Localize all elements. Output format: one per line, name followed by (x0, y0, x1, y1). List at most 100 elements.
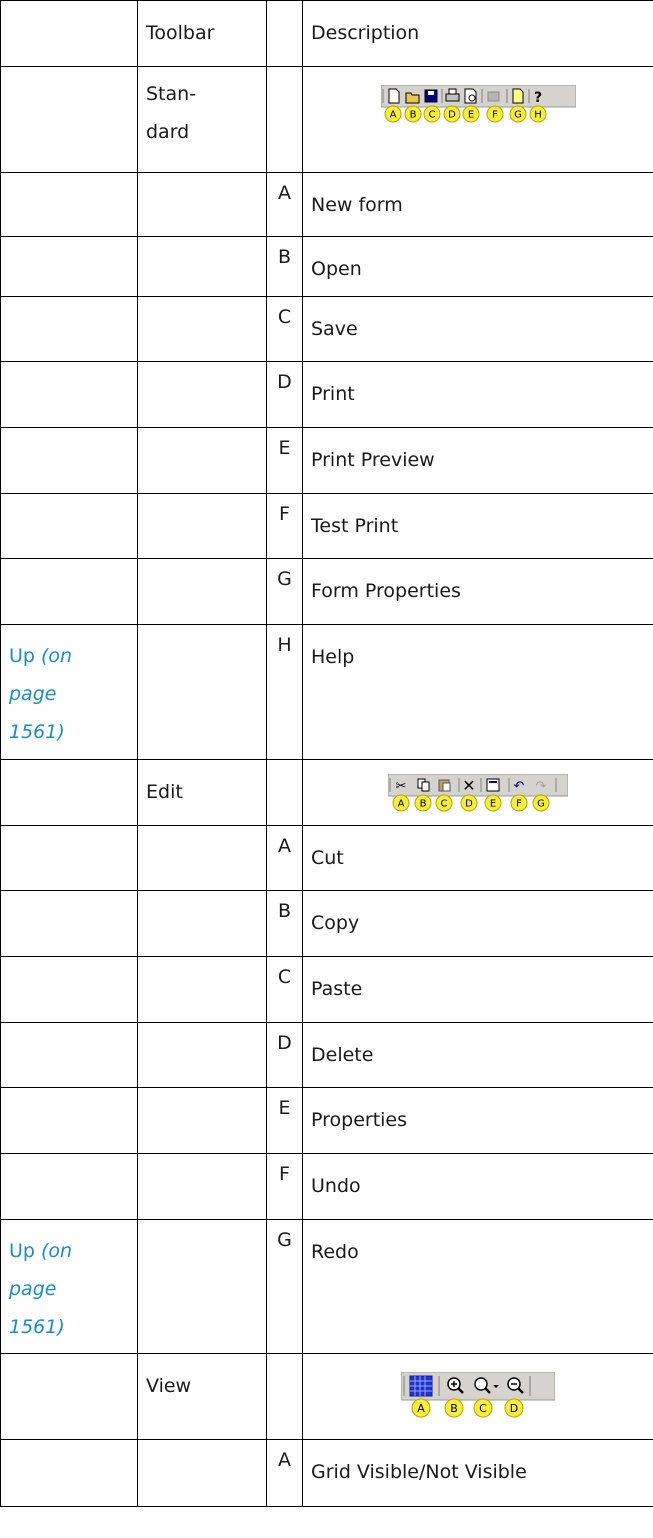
up-link-ref[interactable]: page (9, 683, 56, 705)
empty-cell (0, 759, 138, 826)
item-letter: G (266, 558, 303, 625)
empty-cell (0, 558, 138, 625)
empty-cell (0, 1153, 138, 1220)
standard-name-line2: dard (146, 121, 190, 143)
callout-badge-d: D (460, 794, 478, 812)
callout-badge-a: A (411, 1398, 431, 1418)
svg-text:D: D (448, 110, 456, 121)
item-description: Open (302, 236, 653, 297)
callout-badge-d: D (504, 1398, 524, 1418)
svg-text:F: F (516, 799, 522, 810)
item-description: Help (302, 624, 653, 760)
up-link[interactable]: Up (on (9, 637, 137, 675)
standard-help-row: Up (on page 1561) H Help (0, 624, 653, 760)
svg-text:E: E (490, 799, 496, 810)
svg-text:F: F (492, 110, 498, 121)
item-description: Redo (302, 1219, 653, 1354)
svg-text:G: G (514, 110, 522, 121)
empty-cell (137, 1087, 267, 1154)
svg-text:✕: ✕ (462, 776, 475, 795)
callout-badge-c: C (473, 1398, 493, 1418)
item-letter: F (266, 1153, 303, 1220)
callout-badge-e: E (484, 794, 502, 812)
item-description: Paste (302, 956, 653, 1023)
callout-badge-h: H (529, 105, 546, 123)
save-icon (424, 89, 437, 103)
up-link[interactable]: Up (on (9, 1232, 137, 1270)
svg-text:B: B (409, 110, 416, 121)
up-link-ref[interactable]: (on (41, 645, 72, 667)
item-description: Undo (302, 1153, 653, 1220)
empty-cell (0, 1439, 138, 1507)
item-description: Copy (302, 890, 653, 957)
svg-text:✂: ✂ (396, 779, 407, 794)
svg-text:?: ? (533, 90, 541, 106)
up-link-text[interactable]: Up (9, 1240, 35, 1262)
up-link-ref[interactable]: (on (41, 1240, 72, 1262)
callout-badge-d: D (443, 105, 460, 123)
up-link-ref[interactable]: page (9, 1278, 56, 1300)
svg-text:A: A (417, 1402, 425, 1415)
svg-text:A: A (389, 110, 396, 121)
callout-badge-a: A (392, 794, 410, 812)
undo-icon: ↶ (514, 779, 525, 794)
svg-text:↷: ↷ (536, 779, 548, 794)
svg-text:G: G (537, 799, 545, 810)
item-letter: E (266, 1087, 303, 1154)
item-description: Cut (302, 825, 653, 891)
item-letter: G (266, 1219, 303, 1354)
empty-cell (137, 361, 267, 428)
form-properties-icon (512, 88, 523, 104)
callout-badge-e: E (462, 105, 479, 123)
callout-badge-c: C (423, 105, 440, 123)
empty-cell (137, 296, 267, 362)
item-description: Print Preview (302, 427, 653, 494)
empty-cell (137, 236, 267, 297)
empty-cell (137, 1439, 267, 1507)
svg-text:A: A (398, 799, 405, 810)
item-description: Delete (302, 1022, 653, 1088)
empty-cell (0, 825, 138, 891)
standard-name-line1: Stan- (146, 83, 197, 105)
empty-cell (0, 1022, 138, 1088)
standard-toolbar-image-cell: ? A B C DE F G H (302, 66, 653, 173)
up-link-ref[interactable]: 1561) (9, 1316, 65, 1338)
item-letter: E (266, 427, 303, 494)
item-letter: C (266, 296, 303, 362)
item-letter: F (266, 493, 303, 559)
callout-badge-c: C (435, 794, 453, 812)
item-letter: D (266, 1022, 303, 1088)
svg-text:E: E (467, 110, 473, 121)
svg-text:D: D (465, 799, 473, 810)
empty-cell (137, 172, 267, 237)
view-toolbar-image-cell: A B C D (302, 1353, 653, 1440)
view-toolbar-image: A B C D (401, 1372, 555, 1418)
item-description: Form Properties (302, 558, 653, 625)
empty-cell (137, 825, 267, 891)
item-letter: H (266, 624, 303, 760)
item-description: Grid Visible/Not Visible (302, 1439, 653, 1507)
up-link-cell: Up (on page 1561) (0, 624, 138, 760)
empty-cell (0, 361, 138, 428)
up-link-cell: Up (on page 1561) (0, 1219, 138, 1354)
empty-cell (137, 493, 267, 559)
item-letter: A (266, 1439, 303, 1507)
header-col1 (0, 0, 138, 67)
item-description: Properties (302, 1087, 653, 1154)
empty-cell (137, 1153, 267, 1220)
up-link-text[interactable]: Up (9, 645, 35, 667)
empty-cell (266, 66, 303, 173)
callout-badge-f: F (510, 794, 528, 812)
item-letter: A (266, 172, 303, 237)
empty-cell (0, 956, 138, 1023)
header-col3 (266, 0, 303, 67)
empty-cell (266, 1353, 303, 1440)
empty-cell (137, 624, 267, 760)
help-icon: ? (533, 90, 541, 106)
up-link-ref[interactable]: 1561) (9, 721, 65, 743)
svg-text:D: D (510, 1402, 518, 1415)
print-preview-icon (464, 88, 476, 104)
empty-cell (0, 236, 138, 297)
empty-cell (0, 890, 138, 957)
view-toolbar-name: View (137, 1353, 267, 1440)
